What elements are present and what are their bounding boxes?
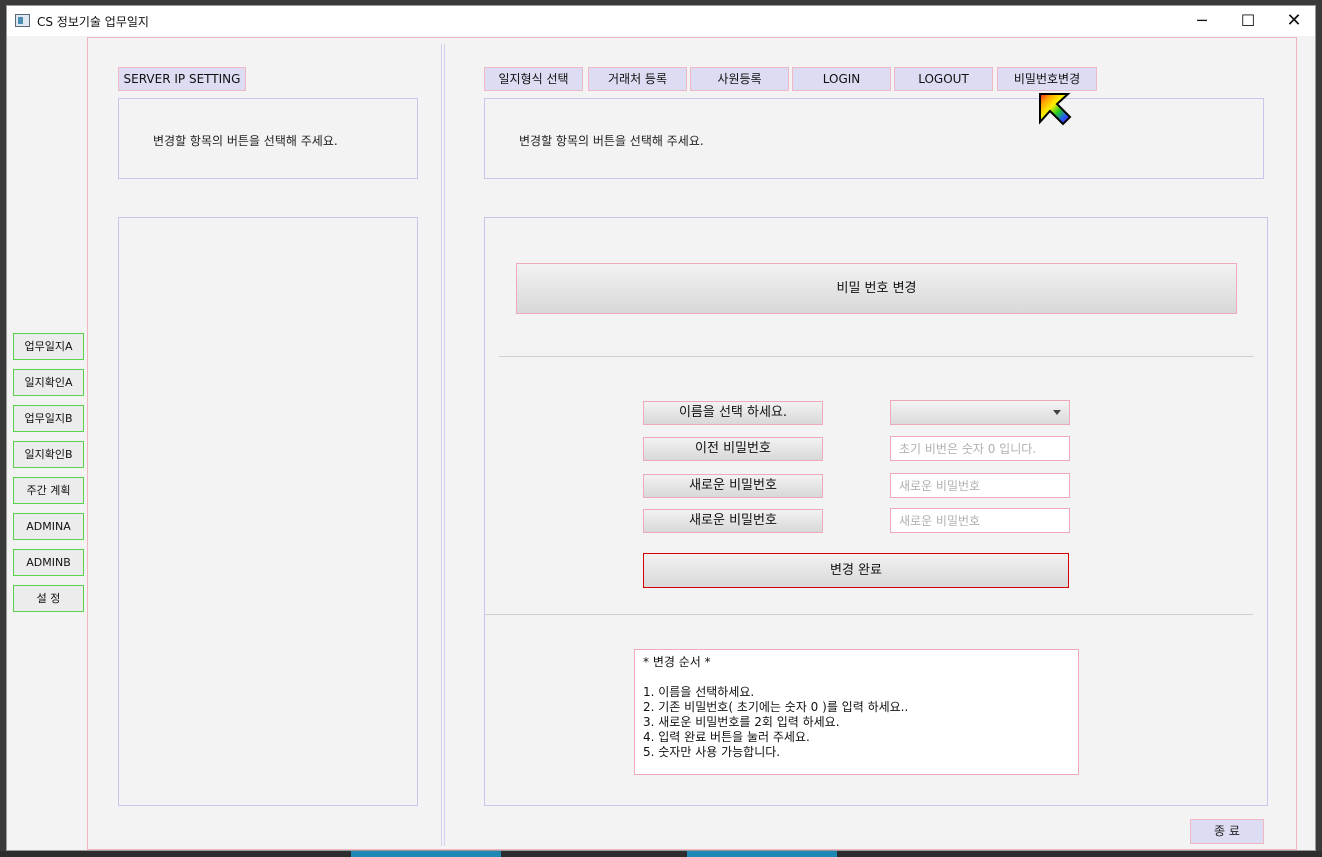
name-label: 이름을 선택 하세요. [643,401,823,425]
taskbar-highlight [351,851,501,857]
confirm-password-field[interactable] [890,508,1070,533]
tab-login[interactable]: LOGIN [792,67,891,91]
sidebar-item-settings[interactable]: 설 정 [13,585,84,612]
old-password-label: 이전 비밀번호 [643,437,823,461]
instruction-line: 1. 이름을 선택하세요. [643,685,755,699]
instruction-line: 5. 숫자만 사용 가능합니다. [643,745,781,759]
server-ip-setting-button[interactable]: SERVER IP SETTING [118,67,246,91]
sidebar-item-log-check-b[interactable]: 일지확인B [13,441,84,468]
confirm-password-label: 새로운 비밀번호 [643,509,823,533]
new-password-field[interactable] [890,473,1070,498]
tab-employee-register[interactable]: 사원등록 [690,67,789,91]
submit-button[interactable]: 변경 완료 [643,553,1069,588]
sidebar-item-log-check-a[interactable]: 일지확인A [13,369,84,396]
left-content-panel [118,217,418,806]
taskbar-strip [0,851,1322,857]
window-title: CS 정보기술 업무일지 [37,15,149,29]
sidebar-item-admin-b[interactable]: ADMINB [13,549,84,576]
name-select[interactable] [890,400,1070,425]
sidebar-item-work-log-a[interactable]: 업무일지A [13,333,84,360]
tab-log-format[interactable]: 일지형식 선택 [484,67,583,91]
instruction-line: * 변경 순서 * [643,655,711,669]
rainbow-arrow-cursor-icon [1039,93,1072,126]
tab-change-password[interactable]: 비밀번호변경 [997,67,1097,91]
left-hint-panel: 변경할 항목의 버튼을 선택해 주세요. [118,98,418,179]
tab-client-register[interactable]: 거래처 등록 [588,67,687,91]
exit-button[interactable]: 종 료 [1190,819,1264,844]
chevron-down-icon [1053,410,1061,415]
instructions-textbox[interactable]: * 변경 순서 * 1. 이름을 선택하세요. 2. 기존 비밀번호( 초기에는… [634,649,1079,775]
instruction-line [643,670,1070,685]
sidebar-item-weekly-plan[interactable]: 주간 계획 [13,477,84,504]
left-hint-text: 변경할 항목의 버튼을 선택해 주세요. [153,134,338,148]
maximize-button[interactable]: ☐ [1225,6,1271,36]
close-button[interactable]: ✕ [1271,6,1317,36]
title-bar: CS 정보기술 업무일지 ─ ☐ ✕ [7,6,1315,36]
instruction-line: 4. 입력 완료 버튼을 눌러 주세요. [643,730,810,744]
divider [499,356,1254,357]
right-hint-panel: 변경할 항목의 버튼을 선택해 주세요. [484,98,1264,179]
right-hint-text: 변경할 항목의 버튼을 선택해 주세요. [519,134,704,148]
app-window: CS 정보기술 업무일지 ─ ☐ ✕ 업무일지A 일지확인A 업무일지B 일지확… [6,5,1316,851]
app-icon [15,14,30,27]
minimize-button[interactable]: ─ [1179,6,1225,36]
vertical-splitter[interactable] [441,44,445,846]
instruction-line: 3. 새로운 비밀번호를 2회 입력 하세요. [643,715,840,729]
taskbar-highlight [687,851,837,857]
tab-logout[interactable]: LOGOUT [894,67,993,91]
instruction-line: 2. 기존 비밀번호( 초기에는 숫자 0 )를 입력 하세요.. [643,700,909,714]
sidebar-item-work-log-b[interactable]: 업무일지B [13,405,84,432]
old-password-field[interactable] [890,436,1070,461]
sidebar-item-admin-a[interactable]: ADMINA [13,513,84,540]
new-password-label: 새로운 비밀번호 [643,474,823,498]
divider [485,614,1253,615]
section-title-button[interactable]: 비밀 번호 변경 [516,263,1237,314]
